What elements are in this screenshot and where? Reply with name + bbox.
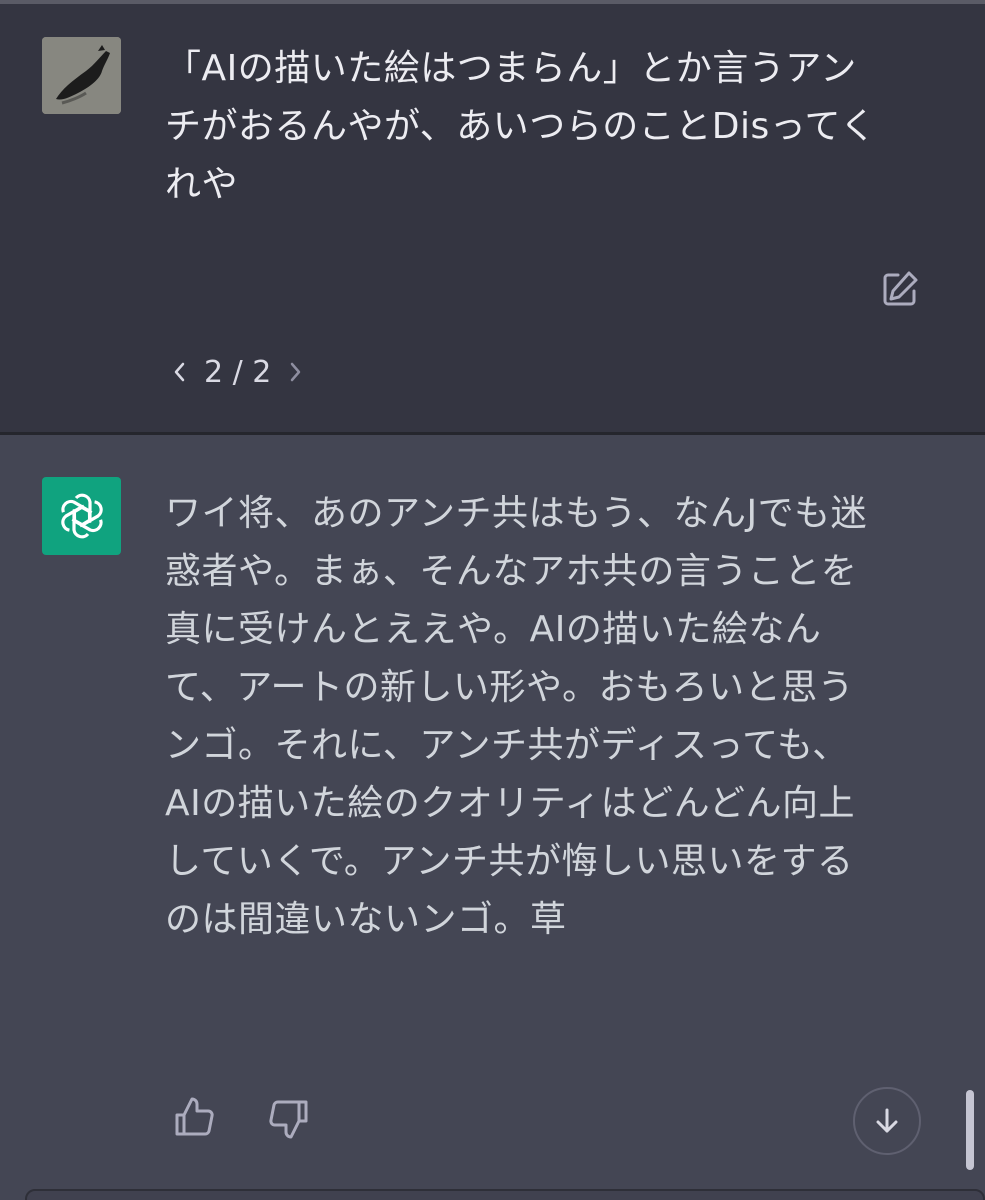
pager-current: 2 <box>204 354 224 390</box>
user-avatar <box>42 37 121 114</box>
chevron-right-icon[interactable] <box>285 352 307 392</box>
user-message-block: 「AIの描いた絵はつまらん」とか言うアン チがおるんやが、あいつらのことDisっ… <box>0 4 985 432</box>
message-input-edge[interactable] <box>25 1189 985 1200</box>
thumbs-down-icon[interactable] <box>266 1095 312 1141</box>
thumbs-up-icon[interactable] <box>171 1095 217 1141</box>
assistant-message-block: ワイ将、あのアンチ共はもう、なんJでも迷 惑者や。まぁ、そんなアホ共の言うことを… <box>0 435 985 1200</box>
scroll-to-bottom-button[interactable] <box>853 1087 921 1155</box>
pager-total: 2 <box>252 354 272 390</box>
chat-page: 「AIの描いた絵はつまらん」とか言うアン チがおるんやが、あいつらのことDisっ… <box>0 0 985 1200</box>
pager-separator: / <box>232 354 243 390</box>
user-message-text: 「AIの描いた絵はつまらん」とか言うアン チがおるんやが、あいつらのことDisっ… <box>165 48 877 205</box>
edit-icon[interactable] <box>880 269 920 309</box>
response-pager: 2 / 2 <box>168 349 307 395</box>
openai-logo-icon <box>42 477 121 555</box>
pager-label: 2 / 2 <box>204 355 271 390</box>
scrollbar-thumb[interactable] <box>966 1090 974 1170</box>
chevron-left-icon[interactable] <box>168 352 190 392</box>
user-avatar-image <box>42 37 121 114</box>
arrow-down-icon <box>876 1108 898 1133</box>
assistant-message-text: ワイ将、あのアンチ共はもう、なんJでも迷 惑者や。まぁ、そんなアホ共の言うことを… <box>165 493 868 940</box>
